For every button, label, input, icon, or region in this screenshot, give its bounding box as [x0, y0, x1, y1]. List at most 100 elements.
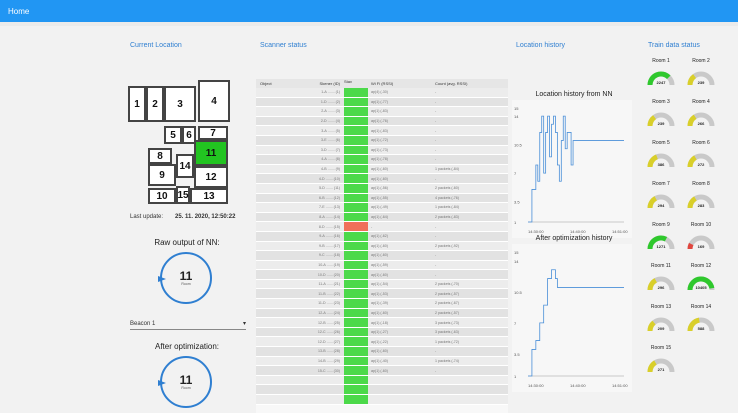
room-label: 15 — [177, 189, 189, 201]
gauge-value: 272 — [698, 162, 705, 167]
wifi-cell: ap(1) (-27) — [371, 330, 388, 335]
gauge-value: 239 — [658, 121, 665, 126]
status-cell — [344, 174, 368, 183]
nn-output-value: 11 — [179, 269, 193, 283]
wifi-cell: ap(1) (-60) — [371, 253, 388, 258]
chart-opt-title: After optimization history — [535, 235, 613, 242]
room-14[interactable]: 14 — [176, 154, 194, 178]
x-tick-label: 14:30:00 — [528, 229, 544, 234]
room-1[interactable]: 1 — [128, 86, 146, 122]
last-update: Last update: 25. 11. 2020, 12:50:22 — [130, 214, 235, 220]
room-label: 4 — [211, 95, 217, 107]
table-row: 5-D ....... (11) ap(1) (-56) 2 packets (-6… — [256, 183, 508, 194]
col-count[interactable]: Count (avg. RSSI) — [432, 81, 508, 86]
room-3[interactable]: 3 — [164, 86, 196, 122]
scanner-cell: 1-D ....... (2) — [320, 99, 340, 104]
beacon-select[interactable]: Beacon 1 ▾ — [130, 318, 246, 330]
gauge-room-label: Room 9 — [652, 222, 670, 228]
room-label: 13 — [203, 190, 215, 202]
room-11[interactable]: 11 — [194, 140, 228, 166]
room-gauge: 2247 — [647, 71, 675, 86]
room-gauge: 239 — [687, 71, 715, 86]
y-tick-label: 3.5 — [514, 200, 520, 205]
status-cell — [344, 251, 368, 260]
location-history-title: Location history — [516, 42, 566, 49]
room-gauge: 283 — [687, 194, 715, 209]
room-label: 11 — [205, 147, 217, 159]
x-tick-label: 14:40:00 — [570, 229, 586, 234]
count-cell: - — [435, 90, 437, 95]
gauge-fill — [687, 242, 694, 250]
status-cell — [344, 366, 368, 375]
gauge-room-label: Room 2 — [692, 58, 710, 64]
gauge-fill — [687, 74, 697, 86]
header-object-scanner: Object Skener (ID) — [256, 81, 344, 86]
count-cell: 2 packets (-70) — [435, 282, 459, 287]
gauge-value: 209 — [658, 326, 665, 331]
gauge-room-label: Room 7 — [652, 181, 670, 187]
y-tick-label: 15 — [514, 250, 519, 255]
scanner-cell: 2-D ....... (4) — [320, 119, 340, 124]
col-scanner[interactable]: Skener (ID) — [320, 81, 340, 86]
scanner-cell: 9-B ....... (17) — [319, 243, 340, 248]
count-cell: - — [435, 128, 437, 133]
wifi-cell: ap(1) (-60) — [371, 349, 388, 354]
col-object[interactable]: Object — [260, 81, 272, 86]
table-row: 8-A ....... (14) ap(1) (-64) 2 packets (-8… — [256, 212, 508, 223]
room-gauge: 588 — [687, 317, 715, 332]
table-row: 2-D ....... (4) ap(1) (-76) - — [256, 116, 508, 127]
count-cell: - — [435, 224, 437, 229]
status-cell — [344, 135, 368, 145]
status-cell — [344, 318, 368, 327]
status-cell — [344, 231, 368, 241]
room-7[interactable]: 7 — [198, 126, 228, 140]
gauge-value: 239 — [698, 80, 705, 85]
wifi-cell: ap(1) (-18) — [371, 320, 388, 325]
room-12[interactable]: 12 — [194, 166, 228, 188]
gauge-room-label: Room 3 — [652, 99, 670, 105]
nn-output-label: Raw output of NN: — [154, 238, 220, 247]
room-8[interactable]: 8 — [148, 148, 172, 164]
x-tick-label: 14:30:00 — [528, 383, 544, 388]
table-row: 4-D ....... (10) ap(1) (-60) - — [256, 174, 508, 184]
room-13[interactable]: 13 — [190, 188, 228, 204]
table-row: 3-E ....... (6) ap(1) (-72) - — [256, 135, 508, 146]
scanner-cell: 10-D ...... (20) — [317, 272, 340, 277]
scanner-table: Object Skener (ID) Stav Wi Fi (RSSI) Cou… — [256, 79, 508, 413]
scanner-cell: 4-A ....... (8) — [321, 157, 340, 162]
dial-pointer-icon — [158, 380, 166, 386]
count-cell: - — [435, 234, 437, 239]
col-wifi[interactable]: Wi Fi (RSSI) — [368, 81, 432, 86]
y-tick-label: 15 — [514, 106, 519, 111]
col-status[interactable]: Stav — [344, 79, 368, 88]
last-update-label: Last update: — [130, 214, 164, 220]
room-5[interactable]: 5 — [164, 126, 182, 144]
room-15[interactable]: 15 — [176, 186, 190, 204]
scanner-cell: 15-C ...... (30) — [317, 368, 340, 373]
wifi-cell: ap(1) (-77) — [371, 99, 388, 104]
scanner-cell: 12-A ...... (24) — [318, 310, 340, 315]
count-cell: - — [435, 138, 437, 143]
count-cell: 3 packets (-63) — [435, 330, 459, 335]
wifi-cell: ap(1) (-83) — [371, 109, 388, 114]
room-10[interactable]: 10 — [148, 188, 176, 204]
status-cell — [344, 193, 368, 203]
status-cell — [344, 270, 368, 279]
floor-plan: 1 2 3 4 5 6 7 8 9 10 11 12 13 14 15 — [118, 68, 240, 206]
status-cell — [344, 347, 368, 356]
after-opt-value: 11 — [179, 373, 193, 387]
table-row: 10-A ...... (19) ap(1) (-59) - — [256, 260, 508, 271]
x-tick-label: 14:51:00 — [612, 383, 628, 388]
table-row — [256, 375, 508, 386]
count-cell: 1 packets (-84) — [435, 205, 459, 210]
nav-home-link[interactable]: Home — [8, 7, 29, 16]
wifi-cell: ap(1) (-39) — [371, 301, 388, 306]
count-cell: 2 packets (-60) — [435, 186, 459, 191]
room-4[interactable]: 4 — [198, 80, 230, 122]
table-row: 1-D ....... (2) ap(1) (-77) - — [256, 97, 508, 108]
gauge-value: 296 — [658, 285, 665, 290]
wifi-cell: ap(1) (-60) — [371, 368, 388, 373]
room-9[interactable]: 9 — [148, 164, 176, 186]
room-2[interactable]: 2 — [146, 86, 164, 122]
scanner-cell: 4-B ....... (9) — [321, 167, 340, 172]
